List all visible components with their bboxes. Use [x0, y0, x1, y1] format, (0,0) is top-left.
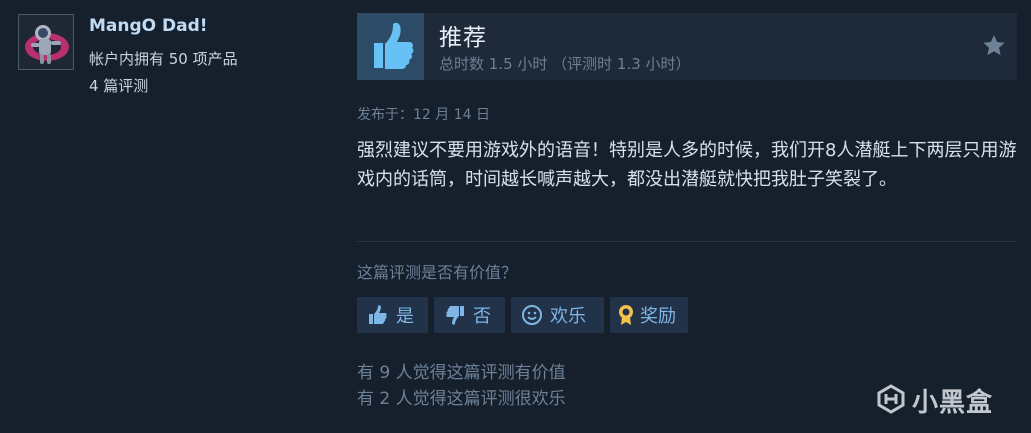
playtime-hours: 总时数 1.5 小时 （评测时 1.3 小时） — [439, 55, 691, 73]
vote-funny-label: 欢乐 — [550, 306, 586, 327]
products-owned[interactable]: 帐户内拥有 50 项产品 — [89, 48, 238, 69]
watermark-text: 小黑盒 — [912, 388, 994, 418]
posted-date: 发布于：12 月 14 日 — [357, 107, 490, 123]
helpful-count: 有 9 人觉得这篇评测有价值 — [357, 363, 566, 383]
heybox-logo-icon — [876, 383, 906, 418]
astronaut-avatar-icon[interactable] — [18, 14, 74, 70]
vote-funny-button[interactable]: 欢乐 — [511, 297, 604, 333]
persona-name[interactable]: MangO Dad! — [89, 16, 208, 36]
funny-count: 有 2 人觉得这篇评测很欢乐 — [357, 389, 566, 409]
star-icon[interactable] — [981, 33, 1007, 59]
award-label: 奖励 — [640, 306, 676, 327]
thumbs-up-icon — [366, 303, 390, 327]
review-header: 推荐 总时数 1.5 小时 （评测时 1.3 小时） — [357, 13, 1017, 80]
vote-yes-button[interactable]: 是 — [357, 297, 428, 333]
vote-no-label: 否 — [473, 306, 491, 327]
review-verdict: 推荐 — [439, 25, 487, 51]
thumbs-down-icon — [443, 303, 467, 327]
watermark: 小黑盒 — [876, 382, 993, 419]
review-count[interactable]: 4 篇评测 — [89, 75, 148, 96]
vote-yes-label: 是 — [396, 306, 414, 327]
thumbs-up-icon — [357, 13, 424, 80]
helpful-question: 这篇评测是否有价值？ — [357, 263, 518, 282]
divider — [357, 241, 1017, 242]
award-medal-icon — [614, 303, 638, 327]
award-button[interactable]: 奖励 — [610, 297, 688, 333]
smiley-icon — [520, 303, 544, 327]
review-text: 强烈建议不要用游戏外的语音！特别是人多的时候，我们开8人潜艇上下两层只用游戏内的… — [357, 140, 1017, 190]
vote-no-button[interactable]: 否 — [434, 297, 505, 333]
